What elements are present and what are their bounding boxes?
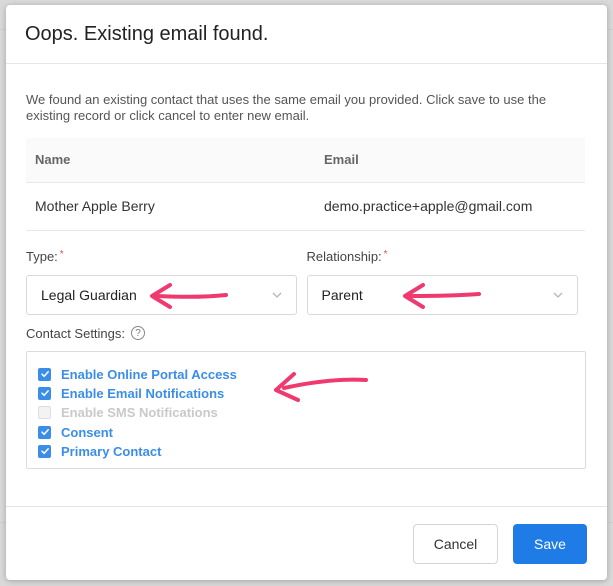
checkmark-icon xyxy=(40,390,49,397)
relationship-label: Relationship: * xyxy=(307,249,588,267)
checkbox-label: Consent xyxy=(61,424,113,440)
contact-setting-option: Enable SMS Notifications xyxy=(38,403,585,422)
checkbox[interactable] xyxy=(38,367,51,381)
contact-settings-label: Contact Settings: ? xyxy=(26,326,587,341)
dialog-footer: Cancel Save xyxy=(6,506,607,580)
table-row[interactable]: Mother Apple Berry demo.practice+apple@g… xyxy=(26,182,585,231)
checkbox-label: Enable SMS Notifications xyxy=(61,405,218,421)
chevron-down-icon xyxy=(553,292,562,298)
contact-settings-label-text: Contact Settings: xyxy=(26,325,125,341)
checkbox[interactable] xyxy=(38,444,51,458)
required-asterisk: * xyxy=(383,248,388,260)
contact-setting-option[interactable]: Primary Contact xyxy=(38,442,585,461)
save-button[interactable]: Save xyxy=(513,523,587,564)
existing-email-dialog: Oops. Existing email found. We found an … xyxy=(6,5,607,580)
dialog-body: We found an existing contact that uses t… xyxy=(6,64,607,469)
dialog-title: Oops. Existing email found. xyxy=(25,22,269,45)
type-field: Type: * Legal Guardian xyxy=(26,249,307,315)
type-select[interactable]: Legal Guardian xyxy=(26,274,297,315)
contact-name-cell: Mother Apple Berry xyxy=(26,182,315,231)
required-asterisk: * xyxy=(59,248,64,260)
column-header-email: Email xyxy=(315,138,585,183)
dialog-header: Oops. Existing email found. xyxy=(6,5,607,64)
cancel-button[interactable]: Cancel xyxy=(413,523,498,564)
checkbox[interactable] xyxy=(38,425,51,439)
contact-setting-option[interactable]: Consent xyxy=(38,422,585,441)
checkmark-icon xyxy=(40,371,49,378)
relationship-label-text: Relationship: xyxy=(306,248,382,264)
checkbox-label: Primary Contact xyxy=(61,443,162,459)
relationship-select[interactable]: Parent xyxy=(306,274,578,315)
checkmark-icon xyxy=(40,429,49,436)
table-header-row: Name Email xyxy=(26,138,585,183)
existing-contact-table: Name Email Mother Apple Berry demo.pract… xyxy=(26,138,585,231)
checkbox[interactable] xyxy=(38,386,51,400)
relationship-field: Relationship: * Parent xyxy=(306,249,588,315)
type-relationship-row: Type: * Legal Guardian Relationship: * Par… xyxy=(26,249,587,315)
type-label: Type: * xyxy=(26,249,307,267)
contact-settings-list: Enable Online Portal Access Enable Email … xyxy=(26,350,586,469)
dialog-intro-text: We found an existing contact that uses t… xyxy=(26,92,547,123)
contact-setting-option[interactable]: Enable Email Notifications xyxy=(38,384,585,403)
help-icon[interactable]: ? xyxy=(131,326,145,340)
checkmark-icon xyxy=(40,448,49,455)
contact-setting-option[interactable]: Enable Online Portal Access xyxy=(38,365,585,384)
relationship-select-value: Parent xyxy=(321,286,363,303)
type-label-text: Type: xyxy=(26,248,58,264)
checkbox xyxy=(38,406,51,420)
chevron-down-icon xyxy=(272,292,282,298)
type-select-value: Legal Guardian xyxy=(41,286,137,303)
checkbox-label: Enable Email Notifications xyxy=(61,385,225,401)
checkbox-label: Enable Online Portal Access xyxy=(61,366,237,382)
column-header-name: Name xyxy=(26,138,315,183)
contact-email-cell: demo.practice+apple@gmail.com xyxy=(315,182,585,231)
